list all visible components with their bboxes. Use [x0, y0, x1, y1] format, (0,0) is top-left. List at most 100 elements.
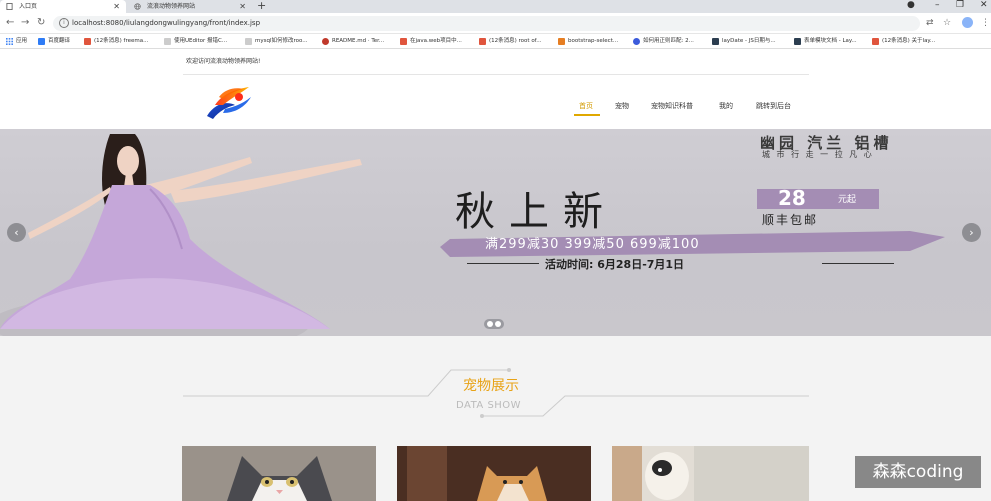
apps-grid-icon — [6, 38, 13, 45]
carousel-dot[interactable] — [495, 321, 501, 327]
bookmark-root-of[interactable]: (12条消息) root of... — [479, 34, 541, 49]
nav-go-to-admin[interactable]: 跳转到后台 — [756, 101, 791, 111]
bookmark-csdn-freemarker[interactable]: (12条消息) freema... — [84, 34, 148, 49]
date-line-right — [822, 263, 894, 264]
tab-title: 入口页 — [19, 3, 38, 10]
bookmark-java-web[interactable]: 在java.web项目中... — [400, 34, 462, 49]
gitee-icon — [322, 38, 329, 45]
minimize-button[interactable]: – — [935, 0, 940, 11]
csdn-icon — [872, 38, 879, 45]
bookmark-bootstrap-select[interactable]: bootstrap-select... — [558, 34, 618, 49]
reload-icon[interactable]: ↻ — [37, 16, 45, 30]
tab-adoption-site[interactable]: 流浪动物领养网站 ✕ — [128, 0, 252, 13]
baidu-translate-icon — [38, 38, 45, 45]
price-unit: 元起 — [838, 195, 857, 205]
nav-home[interactable]: 首页 — [579, 101, 593, 111]
watermark: 森森coding — [855, 456, 981, 488]
profile-avatar[interactable] — [962, 17, 973, 28]
welcome-text: 欢迎访问流浪动物领养网站! — [186, 58, 261, 65]
csdn-icon — [400, 38, 407, 45]
csdn-icon — [479, 38, 486, 45]
bootstrap-icon — [558, 38, 565, 45]
banner-headline: 秋上新 — [455, 189, 617, 235]
layui-icon — [712, 38, 719, 45]
page-icon — [164, 38, 171, 45]
bookmark-label: layDate - JS日期与... — [722, 38, 776, 44]
translate-icon[interactable]: ⇄ — [926, 16, 934, 30]
nav-pets[interactable]: 宠物 — [615, 101, 629, 111]
bookmark-label: bootstrap-select... — [568, 38, 619, 44]
section-subtitle: DATA SHOW — [456, 400, 522, 411]
banner-brand-subtext: 城 市 行 走 一 拉 凡 心 — [762, 150, 874, 159]
pet-card-cat[interactable] — [182, 446, 376, 501]
page-icon — [245, 38, 252, 45]
bookmark-label: 如何用正则匹配: 2... — [643, 38, 694, 44]
nav-mine[interactable]: 我的 — [719, 101, 733, 111]
forward-arrow-icon[interactable]: → — [21, 16, 29, 30]
baidu-paw-icon — [633, 38, 640, 45]
record-icon[interactable]: ● — [907, 0, 915, 11]
bookmarks-bar: 应用 百度翻译 (12条消息) freema... 使用UEditor 报错C.… — [0, 34, 991, 49]
pet-card-dog[interactable] — [397, 446, 591, 501]
address-bar-row: ← → ↻ i localhost:8080/liulangdongwuling… — [0, 13, 991, 34]
bookmark-label: 百度翻译 — [48, 38, 71, 44]
header-divider — [183, 74, 809, 75]
bookmark-label: 在java.web项目中... — [410, 38, 462, 44]
section-title: 宠物展示 — [463, 378, 519, 394]
close-window-button[interactable]: ✕ — [980, 0, 988, 11]
bookmark-label: (12条消息) root of... — [489, 38, 542, 44]
price-value: 28 — [778, 186, 806, 210]
globe-icon — [134, 3, 141, 10]
tab-title: 流浪动物领养网站 — [147, 3, 196, 10]
pet-photo-cat — [182, 446, 376, 501]
site-header: 欢迎访问流浪动物领养网站! — [0, 49, 991, 129]
browser-tab-bar: 入口页 ✕ 流浪动物领养网站 ✕ + ● – ❐ ✕ — [0, 0, 991, 13]
pet-showcase-section: 宠物展示 DATA SHOW — [0, 336, 991, 501]
bookmark-label: mysql如何修改roo... — [255, 38, 308, 44]
bookmark-label: 应用 — [16, 38, 28, 44]
close-icon[interactable]: ✕ — [239, 0, 246, 13]
pet-photo-dog — [397, 446, 591, 501]
bookmark-apps[interactable]: 应用 — [6, 34, 27, 49]
promo-text: 满299减30 399减50 699减100 — [485, 237, 700, 252]
layui-icon — [794, 38, 801, 45]
bookmark-layui-form[interactable]: 表单模块文档 - Lay... — [794, 34, 857, 49]
date-line-left — [467, 263, 539, 264]
pet-photo-pet3 — [612, 446, 809, 501]
bookmark-regex[interactable]: 如何用正则匹配: 2... — [633, 34, 694, 49]
event-dates: 活动时间: 6月28日-7月1日 — [545, 258, 685, 271]
close-icon[interactable]: ✕ — [113, 0, 120, 13]
new-tab-button[interactable]: + — [257, 0, 266, 12]
menu-icon[interactable]: ⋮ — [981, 16, 990, 30]
bookmark-mysql[interactable]: mysql如何修改roo... — [245, 34, 308, 49]
carousel-prev-arrow-icon[interactable]: ‹ — [7, 223, 26, 242]
bookmark-star-icon[interactable]: ☆ — [943, 16, 951, 30]
bookmark-ueditor[interactable]: 使用UEditor 报错C... — [164, 34, 227, 49]
bookmark-label: 使用UEditor 报错C... — [174, 38, 228, 44]
maximize-button[interactable]: ❐ — [956, 0, 964, 11]
tab-home[interactable]: 入口页 ✕ — [0, 0, 126, 13]
bookmark-baidu-translate[interactable]: 百度翻译 — [38, 34, 70, 49]
carousel-next-arrow-icon[interactable]: › — [962, 223, 981, 242]
back-arrow-icon[interactable]: ← — [6, 16, 14, 30]
carousel-indicators — [484, 319, 504, 329]
csdn-icon — [84, 38, 91, 45]
pet-card-pet3[interactable] — [612, 446, 809, 501]
page-icon — [6, 3, 13, 10]
url-bar[interactable]: i localhost:8080/liulangdongwulingyang/f… — [53, 16, 920, 31]
banner-carousel[interactable]: 幽园 汽兰 铝槽 城 市 行 走 一 拉 凡 心 秋上新 28 元起 顺丰包邮 … — [0, 129, 991, 336]
bookmark-label: (12条消息) 关于lay... — [882, 38, 936, 44]
bookmark-about-lay[interactable]: (12条消息) 关于lay... — [872, 34, 935, 49]
url-text[interactable]: localhost:8080/liulangdongwulingyang/fro… — [72, 16, 260, 31]
info-icon[interactable]: i — [59, 18, 69, 28]
nav-active-underline — [574, 114, 600, 116]
bookmark-label: README.md · Ter... — [332, 38, 385, 44]
nav-pet-knowledge[interactable]: 宠物知识科普 — [651, 101, 693, 111]
price-badge — [757, 189, 879, 209]
bookmark-label: 表单模块文档 - Lay... — [804, 38, 857, 44]
bookmark-label: (12条消息) freema... — [94, 38, 149, 44]
site-logo[interactable] — [205, 83, 253, 121]
bookmark-readme[interactable]: README.md · Ter... — [322, 34, 384, 49]
carousel-dot[interactable] — [487, 321, 493, 327]
bookmark-laydate[interactable]: layDate - JS日期与... — [712, 34, 776, 49]
